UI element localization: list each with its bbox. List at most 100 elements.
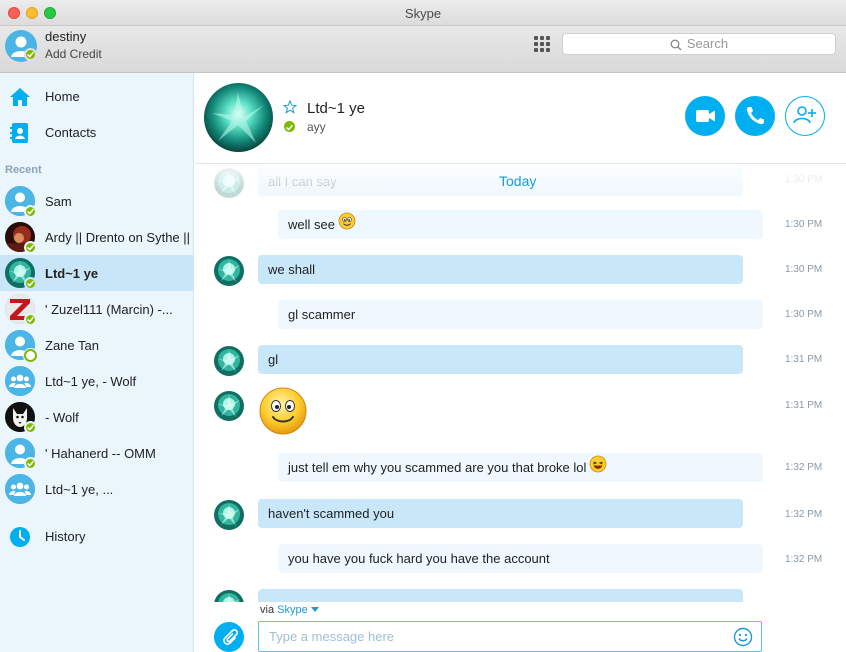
message-timestamp: 1:30 PM <box>785 264 823 275</box>
conversation-mood: ayy <box>307 120 326 134</box>
search-input[interactable]: Search <box>562 33 836 55</box>
message-sender-avatar[interactable] <box>214 500 244 530</box>
incoming-message-bubble[interactable]: haven't scammed you <box>258 499 743 528</box>
online-status-badge <box>24 313 37 326</box>
recent-contact-item[interactable]: Ltd~1 ye, ... <box>0 471 194 507</box>
contact-name: Ardy || Drento on Sythe || <box>45 230 190 245</box>
message-sender-avatar[interactable] <box>214 256 244 286</box>
crystal-avatar-icon <box>204 83 273 152</box>
contact-name: Sam <box>45 194 72 209</box>
nav-history[interactable]: History <box>0 519 194 553</box>
contacts-book-icon <box>10 123 28 143</box>
online-status-badge <box>24 241 37 254</box>
recent-contact-item[interactable]: Zane Tan <box>0 327 194 363</box>
message-text: haven't scammed you <box>268 506 395 521</box>
group-icon <box>5 474 35 504</box>
window-title: Skype <box>404 6 442 21</box>
check-icon <box>26 280 35 287</box>
check-icon <box>26 424 35 431</box>
contact-name: Ltd~1 ye, ... <box>45 482 114 497</box>
nav-history-label: History <box>45 529 86 544</box>
crystal-avatar-icon <box>214 391 244 421</box>
message-timestamp: 1:31 PM <box>785 354 823 365</box>
via-prefix: via <box>260 604 275 616</box>
profile-status-badge <box>24 48 37 61</box>
emoticon-picker-icon[interactable] <box>733 627 753 647</box>
group-icon <box>5 366 35 396</box>
recent-contact-item[interactable]: Ltd~1 ye <box>0 255 194 291</box>
title-bar: Skype <box>0 0 846 26</box>
favorite-star-icon[interactable] <box>283 100 297 114</box>
online-status-badge <box>24 421 37 434</box>
phone-icon <box>746 107 764 125</box>
large-emoticon-message <box>258 386 308 436</box>
top-bar: destiny Add Credit Search <box>0 26 846 73</box>
contact-avatar <box>5 366 35 396</box>
conversation-header: Ltd~1 ye ayy <box>195 73 846 164</box>
message-sender-avatar[interactable] <box>214 168 244 198</box>
smile-emoticon-icon <box>338 212 356 230</box>
message-list[interactable]: all I can say 1:30 PM well see 1:30 PM we … <box>195 164 846 602</box>
nav-contacts[interactable]: Contacts <box>0 115 194 149</box>
audio-call-button[interactable] <box>735 96 775 136</box>
message-timestamp: 1:32 PM <box>785 462 823 473</box>
sidebar: Home Contacts Recent Sam Ardy || Drento … <box>0 73 194 652</box>
paperclip-icon <box>223 629 238 645</box>
offline-status-badge <box>24 349 37 362</box>
attach-file-button[interactable] <box>214 622 244 652</box>
via-skype-selector[interactable]: via Skype <box>260 604 319 616</box>
message-input[interactable] <box>258 621 762 652</box>
message-text: all I can say <box>268 174 337 189</box>
message-sender-avatar[interactable] <box>214 590 244 602</box>
home-icon <box>10 88 30 106</box>
nav-contacts-label: Contacts <box>45 125 97 140</box>
outgoing-message-bubble[interactable]: you have you fuck hard you have the acco… <box>278 544 763 573</box>
add-participant-button[interactable] <box>785 96 825 136</box>
inline-emoticon <box>589 454 607 483</box>
video-camera-icon <box>696 110 715 122</box>
check-icon <box>26 460 35 467</box>
add-person-icon <box>793 106 816 124</box>
message-text: we shall <box>268 262 315 277</box>
contact-name: Zane Tan <box>45 338 99 353</box>
conversation-name: Ltd~1 ye <box>307 100 365 117</box>
conversation-status-badge <box>284 121 295 132</box>
chevron-down-icon <box>310 607 319 612</box>
message-timestamp: 1:30 PM <box>785 309 823 320</box>
add-credit-link[interactable]: Add Credit <box>45 47 102 61</box>
message-sender-avatar[interactable] <box>214 391 244 421</box>
recent-contact-item[interactable]: Ltd~1 ye, - Wolf <box>0 363 194 399</box>
message-text: you have you fuck hard you have the acco… <box>288 551 550 566</box>
check-icon <box>285 124 294 131</box>
recent-heading: Recent <box>5 164 42 176</box>
online-status-badge <box>24 205 37 218</box>
nav-home-label: Home <box>45 89 80 104</box>
recent-contact-item[interactable]: ' Hahanerd -- OMM <box>0 435 194 471</box>
incoming-message-bubble[interactable]: gl <box>258 345 743 374</box>
contact-name: Ltd~1 ye, - Wolf <box>45 374 137 389</box>
outgoing-message-bubble[interactable]: gl scammer <box>278 300 763 329</box>
video-call-button[interactable] <box>685 96 725 136</box>
outgoing-message-bubble[interactable]: well see <box>278 210 763 239</box>
check-icon <box>26 316 35 323</box>
crystal-avatar-icon <box>214 168 244 198</box>
crystal-avatar-icon <box>214 500 244 530</box>
recent-contact-item[interactable]: Ardy || Drento on Sythe || <box>0 219 194 255</box>
incoming-message-bubble-partial[interactable] <box>258 589 743 602</box>
today-divider: Today <box>499 173 537 189</box>
crystal-avatar-icon <box>214 256 244 286</box>
recent-contact-item[interactable]: - Wolf <box>0 399 194 435</box>
dialpad-icon[interactable] <box>534 36 550 52</box>
recent-contact-item[interactable]: Sam <box>0 183 194 219</box>
message-sender-avatar[interactable] <box>214 346 244 376</box>
message-text: well see <box>288 217 335 232</box>
incoming-message-bubble[interactable]: we shall <box>258 255 743 284</box>
search-placeholder: Search <box>686 36 729 51</box>
conversation-avatar[interactable] <box>204 83 273 152</box>
message-timestamp: 1:32 PM <box>785 554 823 565</box>
nav-home[interactable]: Home <box>0 79 194 113</box>
recent-contact-item[interactable]: ' Zuzel111 (Marcin) -... <box>0 291 194 327</box>
profile-name[interactable]: destiny <box>45 29 86 44</box>
laughing-emoticon-icon <box>590 455 607 473</box>
outgoing-message-bubble[interactable]: just tell em why you scammed are you tha… <box>278 453 763 482</box>
